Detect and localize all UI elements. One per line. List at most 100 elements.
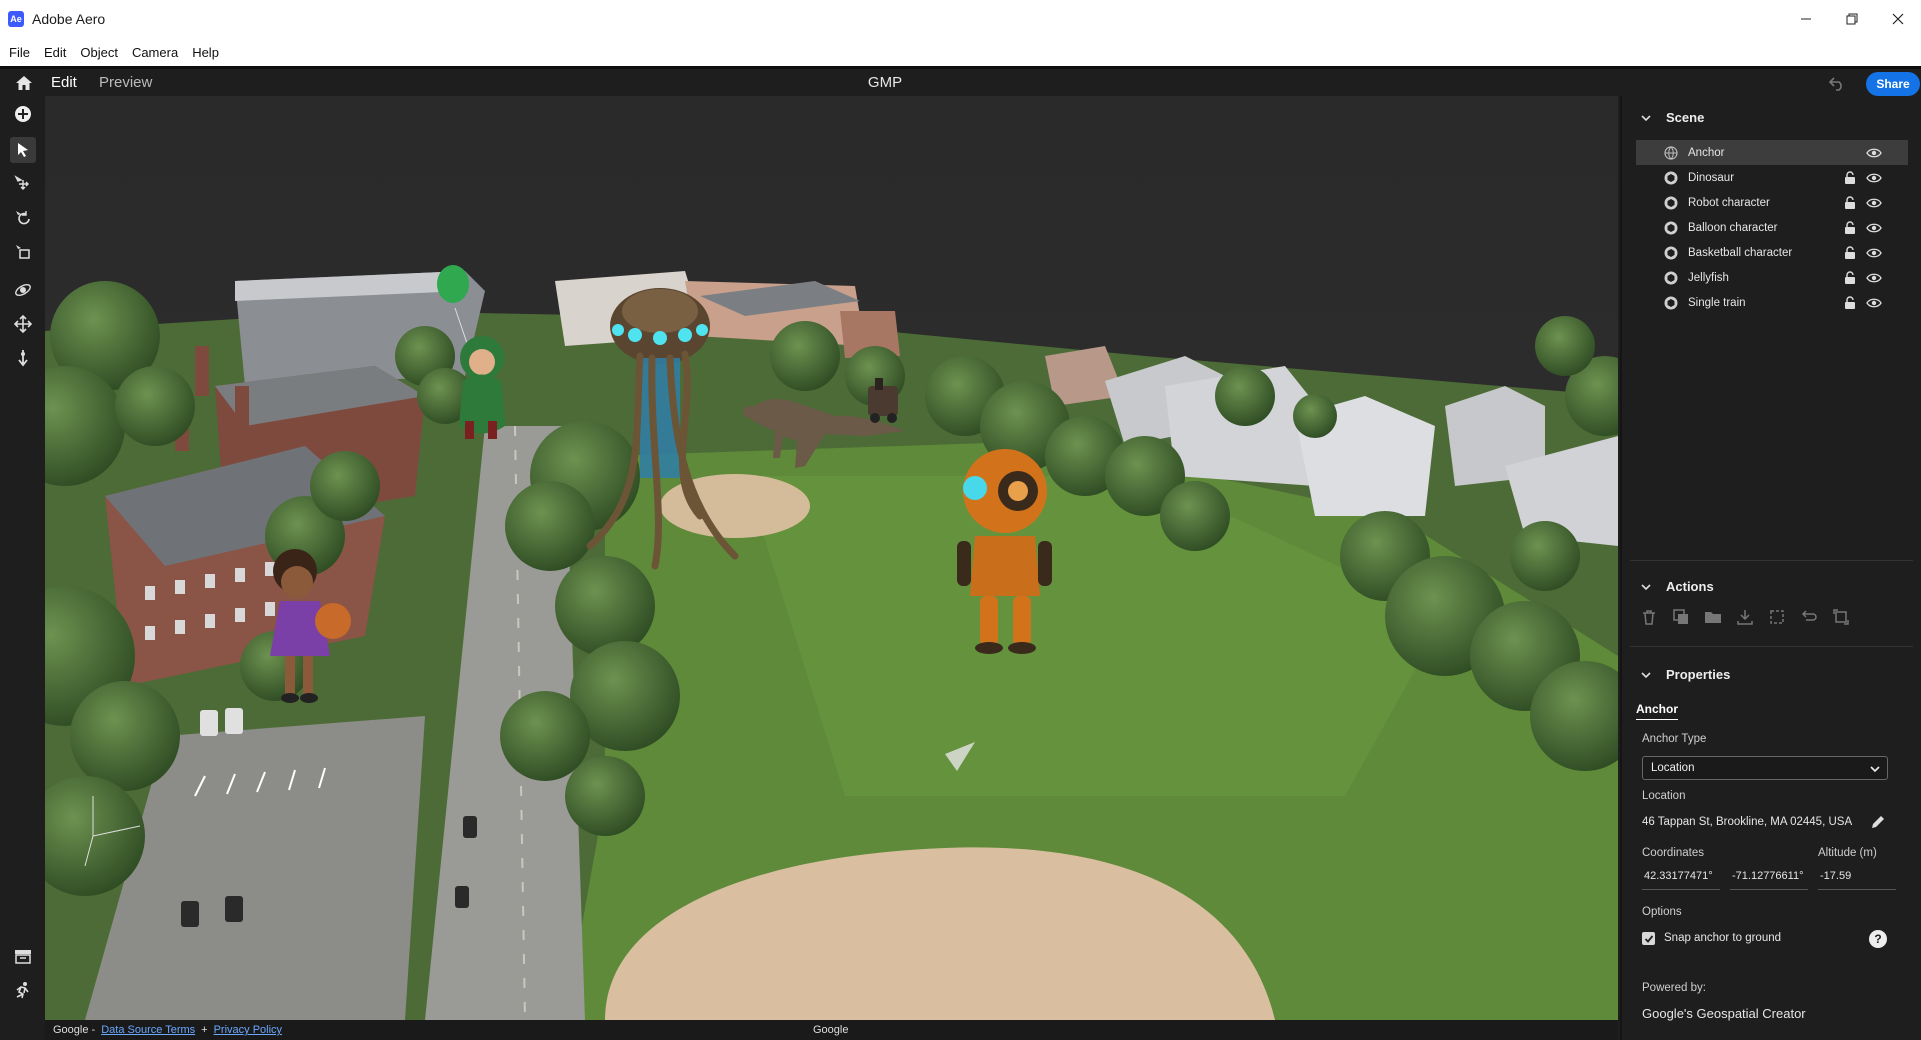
properties-subtab-anchor[interactable]: Anchor <box>1636 702 1678 720</box>
menu-file[interactable]: File <box>0 45 37 60</box>
attribution-google: Google - <box>53 1024 96 1036</box>
options-label: Options <box>1642 906 1682 918</box>
latitude-field[interactable]: 42.33177471° <box>1642 870 1720 890</box>
eye-icon[interactable] <box>1866 172 1882 184</box>
scene-item-jellyfish[interactable]: Jellyfish <box>1636 265 1908 290</box>
viewport-scene <box>45 96 1618 1020</box>
properties-section-header[interactable]: Properties <box>1640 667 1730 682</box>
location-value: 46 Tappan St, Brookline, MA 02445, USA <box>1642 816 1853 828</box>
menu-object[interactable]: Object <box>73 45 125 60</box>
coordinates-label: Coordinates <box>1642 847 1705 859</box>
folder-icon[interactable] <box>1704 608 1722 626</box>
unlock-icon[interactable] <box>1844 270 1856 285</box>
cube-icon <box>1664 296 1678 309</box>
window-title: Adobe Aero <box>32 11 106 27</box>
scene-item-anchor[interactable]: Anchor <box>1636 140 1908 165</box>
globe-icon <box>1664 145 1678 160</box>
eye-icon[interactable] <box>1866 222 1882 234</box>
anchor-type-select[interactable]: Location <box>1642 756 1888 780</box>
scene-section-header[interactable]: Scene <box>1640 110 1704 125</box>
snap-to-ground-checkbox[interactable] <box>1642 932 1655 945</box>
unlock-icon[interactable] <box>1844 170 1856 185</box>
minimize-icon[interactable] <box>1783 0 1829 38</box>
cube-icon <box>1664 171 1678 184</box>
undo-icon[interactable] <box>1828 75 1846 91</box>
viewport-attribution: Google - Data Source Terms + Privacy Pol… <box>45 1020 1618 1040</box>
scene-item-label: Jellyfish <box>1688 271 1729 284</box>
scene-item-basketball-character[interactable]: Basketball character <box>1636 240 1908 265</box>
anchor-type-value: Location <box>1651 762 1695 774</box>
cube-icon <box>1664 221 1678 234</box>
move-icon[interactable] <box>10 171 36 197</box>
eye-icon[interactable] <box>1866 247 1882 259</box>
chevron-down-icon[interactable] <box>1640 581 1652 593</box>
eye-icon[interactable] <box>1866 147 1882 159</box>
duplicate-icon[interactable] <box>1672 608 1690 626</box>
unlock-icon[interactable] <box>1844 195 1856 210</box>
unlock-icon[interactable] <box>1844 245 1856 260</box>
trash-icon[interactable] <box>1640 608 1658 626</box>
close-icon[interactable] <box>1875 0 1921 38</box>
app-header: Edit Preview GMP Share <box>0 66 1921 98</box>
window-titlebar: Ae Adobe Aero <box>0 0 1921 38</box>
restore-icon[interactable] <box>1829 0 1875 38</box>
rotate-icon[interactable] <box>10 205 36 231</box>
scene-list: Anchor Dinosaur Robot character Balloon … <box>1636 140 1908 315</box>
menu-edit[interactable]: Edit <box>37 45 73 60</box>
unlock-icon[interactable] <box>1844 295 1856 310</box>
menu-bar: File Edit Object Camera Help <box>0 38 1921 66</box>
chevron-down-icon <box>1870 766 1880 773</box>
scene-item-label: Dinosaur <box>1688 171 1735 184</box>
replace-icon[interactable] <box>1832 608 1850 626</box>
scene-item-dinosaur[interactable]: Dinosaur <box>1636 165 1908 190</box>
altitude-label: Altitude (m) <box>1818 847 1877 859</box>
altitude-field[interactable]: -17.59 <box>1818 870 1896 890</box>
scene-item-robot-character[interactable]: Robot character <box>1636 190 1908 215</box>
powered-by-label: Powered by: <box>1642 982 1706 994</box>
location-label: Location <box>1642 790 1686 802</box>
group-icon[interactable] <box>1768 608 1786 626</box>
menu-camera[interactable]: Camera <box>125 45 185 60</box>
dolly-icon[interactable] <box>10 345 36 371</box>
scene-item-label: Basketball character <box>1688 246 1793 259</box>
cube-icon <box>1664 271 1678 284</box>
scene-item-label: Anchor <box>1688 146 1725 159</box>
behavior-icon[interactable] <box>10 977 36 1003</box>
scale-icon[interactable] <box>10 239 36 265</box>
share-button[interactable]: Share <box>1866 72 1920 96</box>
powered-by-value: Google's Geospatial Creator <box>1642 1006 1806 1021</box>
scene-item-balloon-character[interactable]: Balloon character <box>1636 215 1908 240</box>
library-icon[interactable] <box>10 943 36 969</box>
document-title: GMP <box>867 74 903 91</box>
menu-help[interactable]: Help <box>185 45 226 60</box>
orbit-icon[interactable] <box>10 277 36 303</box>
chevron-down-icon[interactable] <box>1640 112 1652 124</box>
cube-icon <box>1664 246 1678 259</box>
attribution-google-center: Google <box>813 1024 849 1036</box>
unlock-icon[interactable] <box>1844 220 1856 235</box>
3d-viewport[interactable] <box>45 96 1618 1020</box>
left-toolbar <box>0 96 45 1040</box>
longitude-field[interactable]: -71.12776611° <box>1730 870 1808 890</box>
data-source-terms-link[interactable]: Data Source Terms <box>101 1024 195 1036</box>
scene-item-single-train[interactable]: Single train <box>1636 290 1908 315</box>
window-controls <box>1783 0 1921 38</box>
cube-icon <box>1664 196 1678 209</box>
attribution-plus: + <box>201 1024 208 1036</box>
download-icon[interactable] <box>1736 608 1754 626</box>
actions-section-header[interactable]: Actions <box>1640 579 1714 594</box>
checkmark-icon <box>1644 934 1653 943</box>
actions-title: Actions <box>1666 579 1714 594</box>
reset-icon[interactable] <box>1800 608 1818 626</box>
pan-icon[interactable] <box>10 311 36 337</box>
eye-icon[interactable] <box>1866 197 1882 209</box>
anchor-type-label: Anchor Type <box>1642 733 1707 745</box>
add-icon[interactable] <box>10 101 36 127</box>
pencil-icon[interactable] <box>1870 814 1886 830</box>
chevron-down-icon[interactable] <box>1640 669 1652 681</box>
help-icon[interactable]: ? <box>1869 930 1887 948</box>
eye-icon[interactable] <box>1866 297 1882 309</box>
select-icon[interactable] <box>10 137 36 163</box>
eye-icon[interactable] <box>1866 272 1882 284</box>
privacy-policy-link[interactable]: Privacy Policy <box>214 1024 282 1036</box>
